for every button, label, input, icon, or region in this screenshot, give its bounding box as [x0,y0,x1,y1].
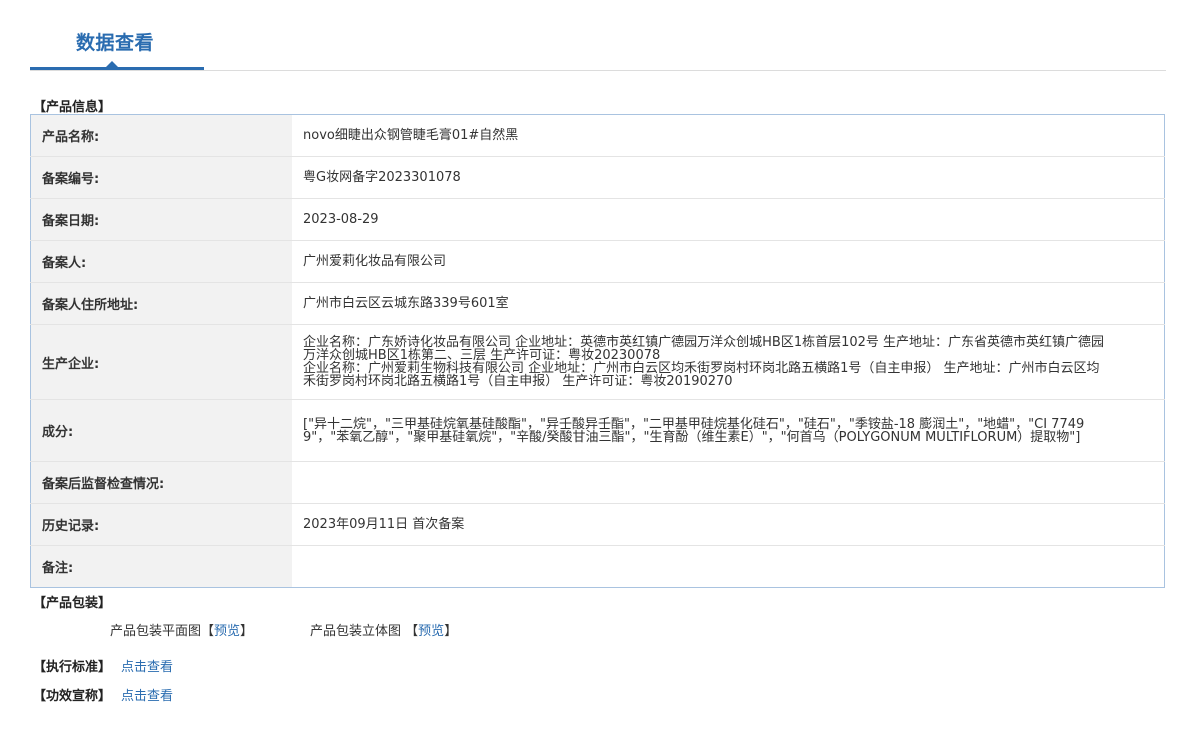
tab-bar: 数据查看 [30,0,1166,71]
bracket-close: 】 [240,624,254,639]
remarks-value [292,546,1165,588]
packaging-flat-preview-link[interactable]: 预览 [214,624,240,639]
packaging-flat-label: 产品包装平面图 [110,624,202,639]
table-row: 备案编号: 粤G妆网备字2023301078 [30,156,1165,199]
supervision-label: 备案后监督检查情况: [30,461,292,504]
history-value: 2023年09月11日 首次备案 [292,503,1165,546]
supervision-value [292,461,1165,504]
product-name-label: 产品名称: [30,114,292,157]
filing-number-label: 备案编号: [30,156,292,199]
table-row: 备案人住所地址: 广州市白云区云城东路339号601室 [30,282,1165,325]
bracket-open: 【 [201,624,215,639]
manufacturer-label: 生产企业: [30,324,292,400]
filer-value: 广州爱莉化妆品有限公司 [292,240,1165,283]
efficacy-label: 【功效宣称】 [33,689,112,704]
filing-number-value: 粤G妆网备字2023301078 [292,156,1165,199]
table-row: 备案人: 广州爱莉化妆品有限公司 [30,240,1165,283]
standard-label: 【执行标准】 [33,660,112,675]
product-info-section-title: 【产品信息】 [33,100,112,115]
standard-view-link[interactable]: 点击查看 [121,660,173,675]
table-row: 备案后监督检查情况: [30,461,1165,504]
packaging-section-title: 【产品包装】 [33,596,112,611]
filer-label: 备案人: [30,240,292,283]
table-row: 成分: ["异十二烷"，"三甲基硅烷氧基硅酸酯"，"异壬酸异壬酯"，"二甲基甲硅… [30,399,1165,462]
product-info-table: 产品名称: novo细睫出众钢管睫毛膏01#自然黑 备案编号: 粤G妆网备字20… [30,114,1165,588]
filer-address-value: 广州市白云区云城东路339号601室 [292,282,1165,325]
filer-address-label: 备案人住所地址: [30,282,292,325]
product-name-value: novo细睫出众钢管睫毛膏01#自然黑 [292,114,1165,157]
standard-row: 【执行标准】 点击查看 [33,656,173,675]
table-row: 生产企业: 企业名称：广东娇诗化妆品有限公司 企业地址：英德市英红镇广德园万洋众… [30,324,1165,400]
packaging-flat-item: 产品包装平面图【预览】 [110,620,253,639]
ingredients-value: ["异十二烷"，"三甲基硅烷氧基硅酸酯"，"异壬酸异壬酯"，"二甲基甲硅烷基化硅… [292,399,1165,462]
bracket-open: 【 [405,624,419,639]
table-row: 备案日期: 2023-08-29 [30,198,1165,241]
active-tab-underline [30,67,204,70]
packaging-solid-label: 产品包装立体图 [310,624,402,639]
table-row: 历史记录: 2023年09月11日 首次备案 [30,503,1165,546]
packaging-solid-item: 产品包装立体图 【预览】 [310,620,457,639]
filing-date-label: 备案日期: [30,198,292,241]
tab-data-view[interactable]: 数据查看 [76,28,154,55]
table-row: 产品名称: novo细睫出众钢管睫毛膏01#自然黑 [30,114,1165,157]
manufacturer-value: 企业名称：广东娇诗化妆品有限公司 企业地址：英德市英红镇广德园万洋众创城HB区1… [292,324,1165,400]
table-row: 备注: [30,545,1165,588]
efficacy-view-link[interactable]: 点击查看 [121,689,173,704]
history-label: 历史记录: [30,503,292,546]
bracket-close: 】 [444,624,458,639]
filing-date-value: 2023-08-29 [292,198,1165,241]
remarks-label: 备注: [30,545,292,588]
ingredients-label: 成分: [30,399,292,462]
efficacy-row: 【功效宣称】 点击查看 [33,685,173,704]
packaging-solid-preview-link[interactable]: 预览 [418,624,444,639]
